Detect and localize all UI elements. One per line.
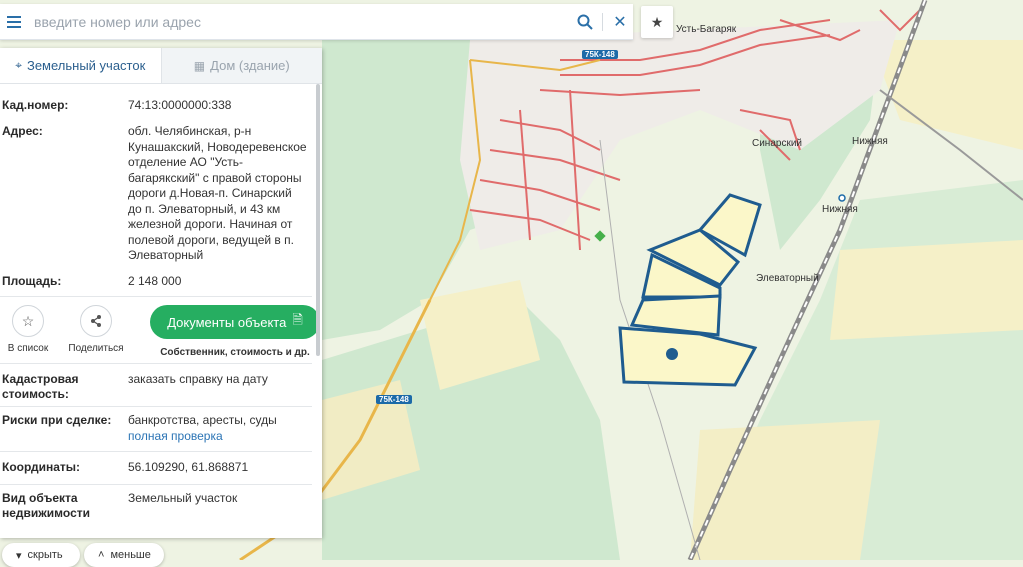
- full-check-link[interactable]: полная проверка: [128, 429, 308, 445]
- map-label-sinarsky: Синарский: [752, 138, 802, 149]
- collapse-button[interactable]: ˄ меньше: [84, 543, 164, 567]
- search-bar: ✕: [0, 4, 633, 40]
- detail-label: Площадь:: [2, 274, 62, 288]
- road-badge: 75К-148: [376, 395, 412, 404]
- parcel-info-panel: ⌖ Земельный участок ▦ Дом (здание) Кад.н…: [0, 48, 322, 538]
- detail-label: Вид объекта недвижимости: [2, 491, 90, 520]
- search-input[interactable]: [34, 6, 572, 37]
- hide-panel-button[interactable]: ▾ скрыть: [2, 543, 80, 567]
- documents-caption: Собственник, стоимость и др.: [160, 347, 310, 358]
- share-icon[interactable]: [80, 305, 112, 337]
- area-value: 2 148 000: [128, 274, 182, 288]
- road-badge: 75К-148: [582, 50, 618, 59]
- hide-label: скрыть: [27, 549, 63, 561]
- tab-label: Земельный участок: [26, 58, 146, 73]
- detail-label: Координаты:: [2, 460, 81, 474]
- field-zone: [830, 240, 1023, 340]
- panel-tabs: ⌖ Земельный участок ▦ Дом (здание): [0, 48, 322, 84]
- detail-label: Адрес:: [2, 124, 43, 138]
- coordinates-value: 56.109290, 61.868871: [128, 460, 249, 474]
- map-label-nizhnyaya: Нижняя: [852, 136, 888, 147]
- detail-label: Риски при сделке:: [2, 413, 112, 427]
- documents-button-label: Документы объекта: [167, 314, 287, 330]
- selected-parcel-marker[interactable]: [666, 348, 678, 360]
- building-icon: ▦: [193, 58, 206, 73]
- map-label-elevatorny: Элеваторный: [756, 273, 819, 284]
- order-certificate-link[interactable]: заказать справку на дату: [128, 372, 308, 406]
- risks-value: банкротства, аресты, суды: [128, 413, 277, 427]
- search-divider: [602, 12, 603, 31]
- detail-row-risks: Риски при сделке: банкротства, аресты, с…: [0, 407, 322, 451]
- tab-building[interactable]: ▦ Дом (здание): [160, 48, 322, 83]
- add-to-list-action[interactable]: ☆ В список: [0, 305, 56, 354]
- object-type-value: Земельный участок: [128, 491, 238, 505]
- cadastral-number-link[interactable]: 74:13:0000000:338: [128, 98, 308, 124]
- tab-land-parcel[interactable]: ⌖ Земельный участок: [0, 48, 161, 83]
- detail-label: Кад.номер:: [2, 98, 69, 112]
- scrollbar[interactable]: [316, 84, 320, 356]
- detail-row-area: Площадь: 2 148 000: [0, 274, 322, 296]
- document-icon: 🗎: [292, 312, 303, 327]
- add-to-list-label: В список: [7, 343, 49, 354]
- map-label-ust-bagaryak: Усть-Багаряк: [676, 24, 737, 35]
- tab-label: Дом (здание): [210, 58, 290, 73]
- share-label: Поделиться: [68, 343, 124, 354]
- share-action[interactable]: Поделиться: [62, 305, 130, 354]
- documents-action: Документы объекта 🗎 Собственник, стоимос…: [150, 305, 320, 358]
- map-label-nizhnyaya-station: Нижняя: [822, 204, 858, 215]
- detail-row-coordinates: Координаты: 56.109290, 61.868871: [0, 452, 322, 484]
- search-icon[interactable]: [572, 9, 598, 35]
- detail-row-address: Адрес: обл. Челябинская, р-н Кунашакский…: [0, 124, 322, 274]
- station-marker: [838, 194, 846, 202]
- chevron-up-icon: ˄: [98, 549, 105, 561]
- menu-icon[interactable]: [4, 10, 28, 34]
- map-pin-icon: ⌖: [15, 58, 22, 72]
- star-outline-icon[interactable]: ☆: [12, 305, 44, 337]
- less-label: меньше: [110, 549, 151, 561]
- documents-button[interactable]: Документы объекта 🗎: [150, 305, 320, 339]
- risks-block: банкротства, аресты, суды полная проверк…: [128, 413, 308, 451]
- star-icon[interactable]: ★: [641, 6, 673, 38]
- detail-row-cadastral-value: Кадастровая стоимость: заказать справку …: [0, 364, 322, 406]
- address-value: обл. Челябинская, р-н Кунашакский, Новод…: [128, 124, 307, 262]
- detail-row-cadastral-number: Кад.номер: 74:13:0000000:338: [0, 98, 322, 124]
- action-bar: ☆ В список Поделиться Документы объекта …: [0, 297, 322, 363]
- detail-label: Кадастровая стоимость:: [2, 372, 79, 401]
- close-icon[interactable]: ✕: [607, 9, 633, 35]
- detail-row-object-type: Вид объекта недвижимости Земельный участ…: [0, 485, 322, 525]
